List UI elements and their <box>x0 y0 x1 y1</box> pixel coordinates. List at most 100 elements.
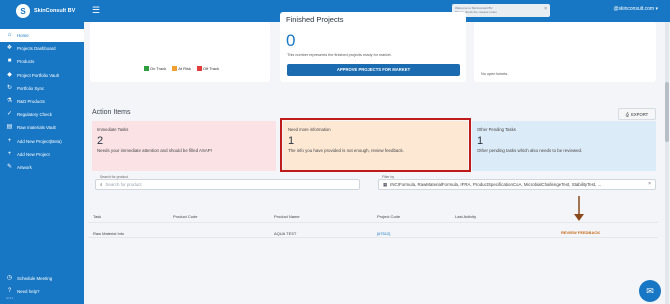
scrollbar-thumb[interactable] <box>665 82 669 142</box>
down-arrow-annotation <box>574 196 584 221</box>
sidebar-item-schedule-meeting[interactable]: ◷ Schedule Meeting <box>0 272 84 285</box>
column-header-task[interactable]: Task <box>93 214 101 219</box>
sidebar-bottom-menu: ◷ Schedule Meeting? Need help? <box>0 272 84 298</box>
legend-label: At Risk <box>178 66 191 71</box>
status-legend: On Track At Risk Off Track <box>144 66 219 71</box>
calendar-icon: ◷ <box>6 275 13 282</box>
legend-off-track: Off Track <box>196 66 220 71</box>
sidebar-item-label: Artwork <box>17 164 32 170</box>
filter-icon: ▦ <box>383 181 388 187</box>
help-icon: ? <box>7 288 12 295</box>
hamburger-menu-icon[interactable]: ☰ <box>92 5 100 16</box>
task-title: Other Pending Tasks <box>477 127 516 132</box>
vault-icon: ◆ <box>7 71 12 78</box>
sidebar-item-label: Home <box>17 33 29 39</box>
legend-label: Off Track <box>202 66 220 71</box>
action-items-title: Action Items <box>92 109 131 116</box>
cell-product-name: AQUA TEST <box>274 231 297 236</box>
chat-icon: ✉ <box>646 285 654 296</box>
sidebar-item-regulatory-check[interactable]: ✓ Regulatory Check <box>0 108 84 121</box>
sidebar-item-raw-materials-vault[interactable]: ▤ Raw materials Vault <box>0 121 84 134</box>
sidebar-item-label: R&D Products <box>17 99 45 105</box>
sidebar-item-label: Products <box>17 59 35 65</box>
export-label: EXPORT <box>631 111 649 117</box>
finished-projects-title: Finished Projects <box>286 15 344 24</box>
logo-icon: S <box>16 4 30 18</box>
no-tickets-message: No open tickets. <box>481 72 509 76</box>
finished-projects-description: This number represents the finished proj… <box>287 53 392 57</box>
clear-filter-icon[interactable]: × <box>648 181 651 187</box>
legend-swatch <box>144 66 149 71</box>
sidebar: S SkinConsult BV ⌂ Home ❖ Projects Dashboar… <box>0 0 84 304</box>
filter-select[interactable]: ▦ INCIFormula, RawMaterialFormula, IFRA,… <box>378 179 656 190</box>
sidebar-item-home[interactable]: ⌂ Home <box>0 29 84 43</box>
materials-icon: ▤ <box>6 124 13 131</box>
legend-label: On Track <box>150 66 167 71</box>
task-description: Other pending tasks which also needs to … <box>477 148 583 153</box>
task-description: Needs your immediate attention and shoul… <box>97 148 212 153</box>
sidebar-item-add-new-project-beta[interactable]: + Add New Project(Beta) <box>0 135 84 148</box>
user-email: @skinconsult.com <box>613 6 655 12</box>
search-icon: ⌕ <box>100 182 103 187</box>
column-header-product-code[interactable]: Product Code <box>173 214 197 219</box>
task-count: 1 <box>477 135 484 147</box>
column-header-last-activity[interactable]: Last Activity <box>455 214 476 219</box>
notification-banner: Welcome to SkinConsult BV Please check t… <box>452 4 550 17</box>
cell-project-code-link[interactable]: [#7512] <box>377 231 390 236</box>
artwork-icon: ✎ <box>6 163 13 170</box>
review-feedback-link[interactable]: REVIEW FEEDBACK <box>561 230 600 235</box>
sidebar-item-portfolio-sync[interactable]: ↻ Portfolio Sync <box>0 82 84 95</box>
sidebar-item-products[interactable]: ■ Products <box>0 55 84 68</box>
highlight-box <box>280 118 471 172</box>
app-version: v2.4.1 <box>6 297 14 300</box>
sidebar-item-project-portfolio-vault[interactable]: ◆ Project Portfolio Vault <box>0 69 84 82</box>
approve-projects-button[interactable]: APPROVE PROJECTS FOR MARKET <box>287 64 460 76</box>
search-placeholder: Search for product <box>105 182 142 187</box>
sidebar-item-label: Projects Dashboard <box>17 46 56 52</box>
add-icon: + <box>7 137 12 144</box>
brand[interactable]: S SkinConsult BV <box>16 2 75 20</box>
close-icon[interactable]: × <box>544 7 547 12</box>
sidebar-item-r-d-products[interactable]: ⚗ R&D Products <box>0 95 84 108</box>
task-card-immediate[interactable]: Immediate Tasks 2 Needs your immediate a… <box>92 121 276 171</box>
notification-line-2: Please check the release notes <box>455 10 497 14</box>
legend-at-risk: At Risk <box>172 66 191 71</box>
legend-swatch <box>172 66 178 71</box>
sidebar-item-label: Regulatory Check <box>17 112 52 118</box>
filter-value: INCIFormula, RawMaterialFormula, IFRA, P… <box>390 182 602 187</box>
scrollbar[interactable] <box>665 22 669 304</box>
project-status-card <box>90 22 270 82</box>
sidebar-item-add-new-project[interactable]: + Add New Project <box>0 148 84 161</box>
products-icon: ■ <box>7 58 12 65</box>
user-menu[interactable]: @skinconsult.com ▾ <box>613 6 658 12</box>
sidebar-item-label: Add New Project(Beta) <box>17 138 62 144</box>
legend-on-track: On Track <box>144 66 166 71</box>
sidebar-item-artwork[interactable]: ✎ Artwork <box>0 161 84 174</box>
column-header-product-name[interactable]: Product Name <box>274 214 300 219</box>
chat-button[interactable]: ✉ <box>639 280 661 302</box>
sidebar-item-label: Raw materials Vault <box>17 125 56 131</box>
flask-icon: ⚗ <box>6 98 13 105</box>
dashboard-icon: ❖ <box>6 45 13 52</box>
sidebar-item-projects-dashboard[interactable]: ❖ Projects Dashboard <box>0 42 84 55</box>
cell-task: Raw Material Info <box>93 231 125 236</box>
check-icon: ✓ <box>6 111 13 118</box>
sidebar-item-label: Schedule Meeting <box>17 276 53 282</box>
export-button[interactable]: ⎙ EXPORT <box>618 108 656 120</box>
legend-swatch <box>196 66 202 71</box>
task-title: Immediate Tasks <box>97 127 129 132</box>
home-icon: ⌂ <box>7 32 12 39</box>
sidebar-menu: ⌂ Home ❖ Projects Dashboard ■ Products ◆ Projec… <box>0 29 84 174</box>
sidebar-item-label: Add New Project <box>17 151 50 157</box>
sidebar-item-label: Need help? <box>17 289 40 295</box>
sync-icon: ↻ <box>6 84 13 91</box>
add-icon: + <box>7 150 12 157</box>
brand-name: SkinConsult BV <box>34 8 76 14</box>
search-input[interactable]: ⌕ Search for product <box>95 179 360 190</box>
column-header-project-code[interactable]: Project Code <box>377 214 400 219</box>
task-card-other-pending[interactable]: Other Pending Tasks 1 Other pending task… <box>472 121 656 171</box>
export-icon: ⎙ <box>625 111 630 117</box>
sidebar-item-label: Portfolio Sync <box>17 85 45 91</box>
sidebar-item-label: Project Portfolio Vault <box>17 72 59 78</box>
finished-projects-count: 0 <box>286 31 296 50</box>
